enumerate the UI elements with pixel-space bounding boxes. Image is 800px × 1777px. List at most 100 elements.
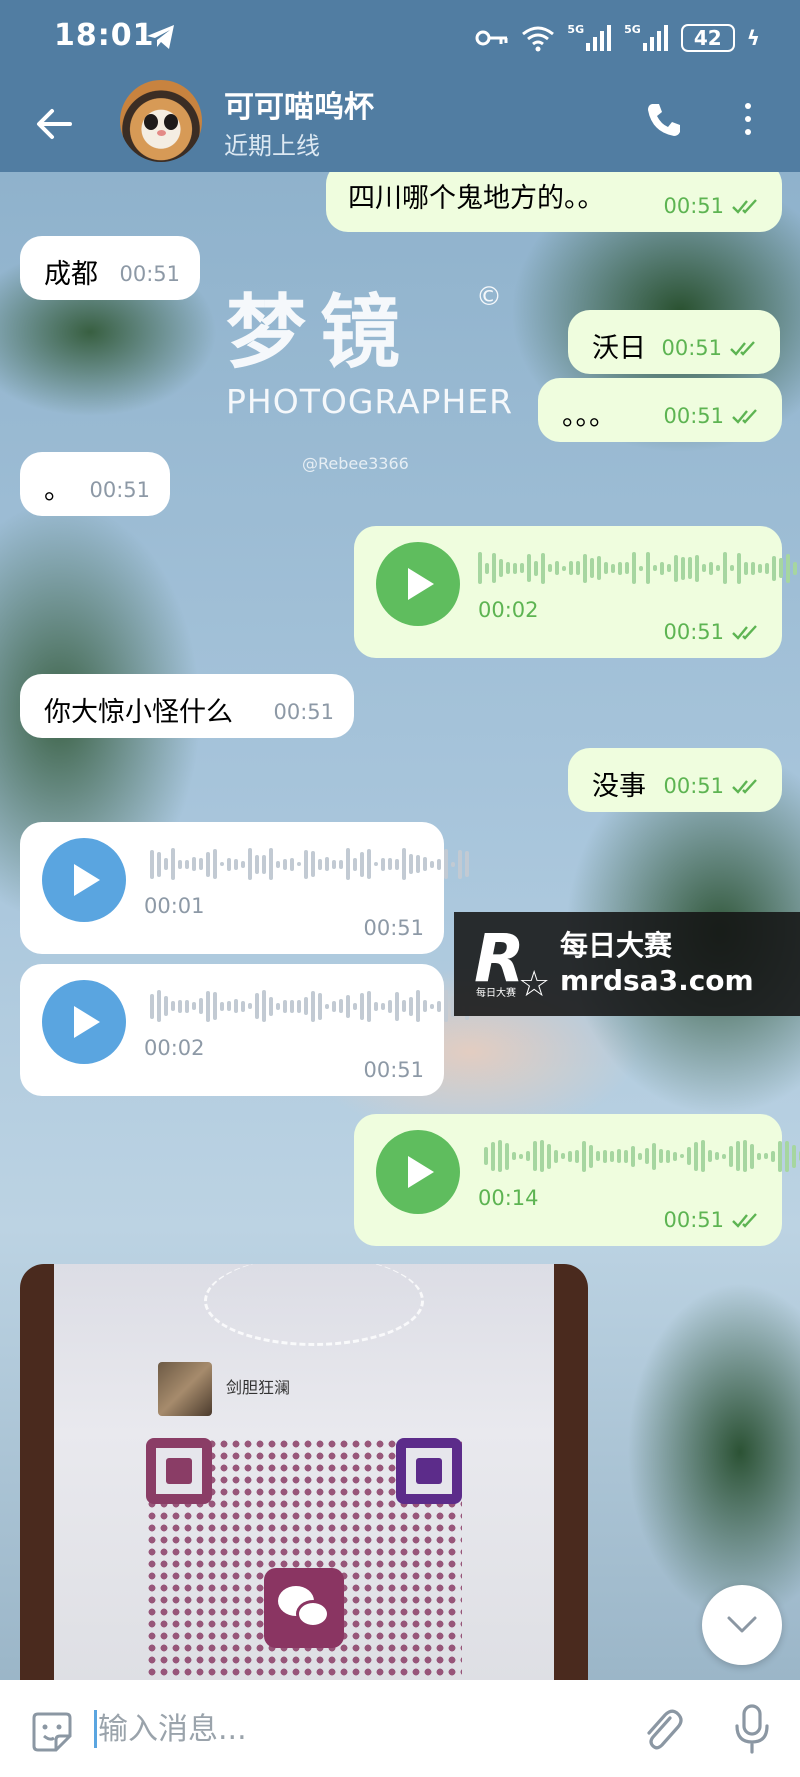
message-meta: 00:51 xyxy=(663,1208,762,1232)
message-time: 00:51 xyxy=(663,194,724,218)
star-icon: ☆ xyxy=(518,964,551,1005)
play-button[interactable] xyxy=(42,838,126,922)
waveform-bar xyxy=(381,857,385,871)
waveform-bar xyxy=(513,562,517,574)
voice-waveform[interactable] xyxy=(478,550,797,586)
waveform-bar xyxy=(541,552,545,584)
chat-area[interactable]: 梦镜 © PHOTOGRAPHER @Rebee3366 四川哪个鬼地方的。。 … xyxy=(0,172,800,1680)
waveform-bar xyxy=(423,857,427,871)
charging-icon: ϟ xyxy=(746,26,760,50)
waveform-bar xyxy=(178,859,182,869)
avatar[interactable] xyxy=(120,80,202,162)
waveform-bar xyxy=(604,562,608,574)
waveform-bar xyxy=(171,1001,175,1011)
waveform-bar xyxy=(519,1153,523,1159)
waveform-bar xyxy=(367,849,371,879)
waveform-bar xyxy=(512,1152,516,1160)
waveform-bar xyxy=(701,1140,705,1172)
message-meta: 00:51 xyxy=(663,404,762,428)
message-bubble[interactable]: 没事 00:51 xyxy=(568,748,782,812)
ad-title: 每日大赛 xyxy=(560,929,673,962)
waveform-bar xyxy=(213,992,217,1020)
waveform-bar xyxy=(290,999,294,1013)
waveform-bar xyxy=(540,1140,544,1172)
watermark-symbol: © xyxy=(476,282,502,312)
waveform-bar xyxy=(555,561,559,575)
battery-icon: 42 xyxy=(680,24,735,52)
phone-icon[interactable] xyxy=(644,100,684,140)
voice-message[interactable]: 00:14 00:51 xyxy=(354,1114,800,1246)
play-icon xyxy=(408,1156,434,1188)
waveform-bar xyxy=(771,1150,775,1162)
waveform-bar xyxy=(339,859,343,869)
waveform-bar xyxy=(248,1003,252,1009)
waveform-bar xyxy=(395,991,399,1021)
message-bubble[interactable]: 成都 00:51 xyxy=(20,236,200,300)
message-bubble[interactable]: 你大惊小怪什么 00:51 xyxy=(20,674,354,738)
waveform-bar xyxy=(325,857,329,871)
waveform-bar xyxy=(583,553,587,583)
voice-waveform[interactable] xyxy=(150,846,469,882)
waveform-bar xyxy=(617,1149,621,1163)
waveform-bar xyxy=(562,565,566,571)
waveform-bar xyxy=(423,1000,427,1012)
ad-banner[interactable]: R 每日大赛 ☆ 每日大赛 mrdsa3.com xyxy=(454,912,800,1016)
waveform-bar xyxy=(444,990,448,1022)
back-arrow-icon[interactable] xyxy=(34,104,74,144)
message-meta: 00:51 xyxy=(661,336,760,360)
play-button[interactable] xyxy=(376,542,460,626)
message-time: 00:51 xyxy=(663,1208,724,1232)
ad-url[interactable]: mrdsa3.com xyxy=(560,964,754,997)
message-time: 00:51 xyxy=(89,478,150,502)
waveform-bar xyxy=(527,554,531,582)
chat-header: 可可喵呜杯 近期上线 xyxy=(0,76,800,172)
waveform-bar xyxy=(715,1152,719,1160)
waveform-bar xyxy=(374,1001,378,1011)
waveform-bar xyxy=(611,563,615,573)
waveform-bar xyxy=(269,848,273,880)
waveform-bar xyxy=(645,1148,649,1164)
waveform-bar xyxy=(743,1140,747,1172)
voice-waveform[interactable] xyxy=(150,988,469,1024)
telegram-icon xyxy=(147,25,174,49)
waveform-bar xyxy=(765,562,769,574)
voice-message[interactable]: 00:02 00:51 xyxy=(20,964,469,1096)
microphone-icon[interactable] xyxy=(734,1704,770,1754)
voice-waveform[interactable] xyxy=(484,1138,800,1174)
message-bubble[interactable]: 。 00:51 xyxy=(20,452,170,516)
voice-message[interactable]: 00:01 00:51 xyxy=(20,822,469,954)
photo-message[interactable]: 剑胆狂澜 xyxy=(20,1264,588,1680)
chat-title[interactable]: 可可喵呜杯 xyxy=(224,82,374,126)
double-check-icon xyxy=(732,409,757,424)
waveform-bar xyxy=(764,1153,768,1159)
play-button[interactable] xyxy=(42,980,126,1064)
more-vert-icon[interactable] xyxy=(740,100,756,140)
paperclip-icon[interactable] xyxy=(640,1706,684,1754)
voice-duration: 00:02 xyxy=(478,598,539,622)
waveform-bar xyxy=(687,1147,691,1165)
waveform-bar xyxy=(625,562,629,574)
voice-message[interactable]: 00:02 00:51 xyxy=(354,526,797,658)
message-bubble[interactable]: 沃日 00:51 xyxy=(568,310,780,374)
waveform-bar xyxy=(575,1149,579,1163)
waveform-bar xyxy=(276,1002,280,1010)
waveform-bar xyxy=(220,862,224,866)
waveform-bar xyxy=(227,857,231,871)
waveform-bar xyxy=(465,851,469,877)
scroll-down-button[interactable] xyxy=(702,1585,782,1665)
waveform-bar xyxy=(603,1149,607,1163)
waveform-bar xyxy=(596,1151,600,1161)
play-button[interactable] xyxy=(376,1130,460,1214)
message-meta: 00:51 xyxy=(663,620,762,644)
waveform-bar xyxy=(178,999,182,1013)
waveform-bar xyxy=(533,1141,537,1171)
waveform-bar xyxy=(708,1150,712,1162)
message-input[interactable] xyxy=(98,1702,518,1756)
message-text: 。。。 xyxy=(562,401,616,432)
message-bubble[interactable]: 。。。 00:51 xyxy=(538,378,782,442)
message-meta: 00:51 xyxy=(663,194,762,218)
sticker-icon[interactable] xyxy=(30,1710,74,1754)
message-bubble[interactable]: 四川哪个鬼地方的。。 00:51 xyxy=(326,172,782,232)
waveform-bar xyxy=(716,565,720,571)
waveform-bar xyxy=(785,1140,789,1172)
